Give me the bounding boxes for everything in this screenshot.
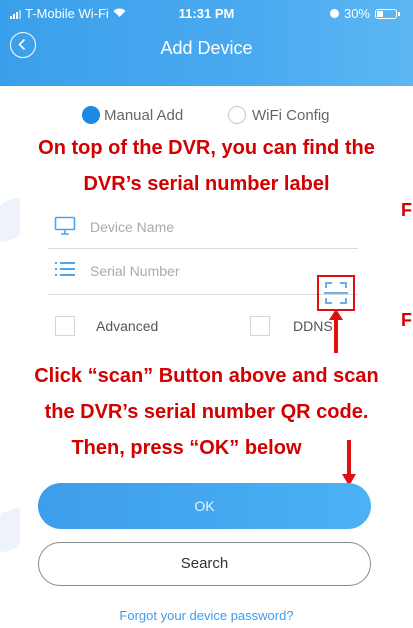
search-button[interactable]: Search <box>38 542 371 586</box>
scan-icon <box>324 282 348 304</box>
manual-add-radio[interactable] <box>82 106 100 124</box>
manual-add-label[interactable]: Manual Add <box>104 107 183 124</box>
annotation-top-line-1: On top of the DVR, you can find the <box>38 137 375 159</box>
status-bar: T-Mobile Wi-Fi 11:31 PM 30% <box>10 6 403 28</box>
forgot-password-link[interactable]: Forgot your device password? <box>0 608 413 623</box>
ok-button[interactable]: OK <box>38 483 371 529</box>
edge-annotation-char: F <box>401 200 412 220</box>
background-decoration <box>0 506 20 554</box>
divider <box>48 248 358 249</box>
device-name-input[interactable]: Device Name <box>90 219 174 235</box>
moon-icon <box>329 9 339 18</box>
serial-number-input[interactable]: Serial Number <box>90 263 179 279</box>
edge-annotation-char: F <box>401 310 412 330</box>
advanced-checkbox[interactable] <box>55 316 75 336</box>
annotation-top-line-2: DVR’s serial number label <box>83 173 330 195</box>
wifi-config-radio[interactable] <box>228 106 246 124</box>
list-icon <box>55 262 75 276</box>
wifi-config-label[interactable]: WiFi Config <box>252 107 330 124</box>
annotation-bottom-line-3: Then, press “OK” below <box>71 437 302 459</box>
arrow-down-icon <box>342 440 356 486</box>
scan-button[interactable] <box>317 275 355 311</box>
divider <box>48 294 358 295</box>
battery-icon <box>375 8 400 19</box>
device-name-field[interactable]: Device Name <box>48 207 358 245</box>
serial-number-field[interactable]: Serial Number <box>48 251 358 289</box>
advanced-label: Advanced <box>96 318 159 334</box>
header-bar: T-Mobile Wi-Fi 11:31 PM 30% Add Device <box>0 0 413 86</box>
mode-selector: Manual Add WiFi Config <box>0 104 413 124</box>
battery-percent: 30% <box>343 6 370 21</box>
ddns-checkbox[interactable] <box>250 316 270 336</box>
ddns-label: DDNS <box>293 318 333 334</box>
annotation-bottom-line-1: Click “scan” Button above and scan <box>34 365 379 387</box>
monitor-icon <box>54 216 76 235</box>
annotation-bottom-line-2: the DVR’s serial number QR code. <box>44 401 369 423</box>
background-decoration <box>0 196 20 244</box>
page-title: Add Device <box>160 38 253 58</box>
